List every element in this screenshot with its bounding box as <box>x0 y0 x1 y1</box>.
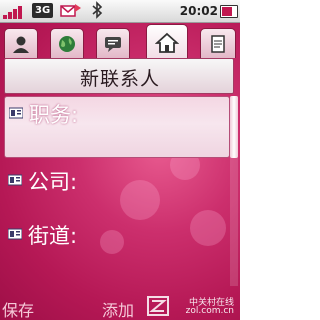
street-input[interactable] <box>104 224 214 250</box>
network-3g-icon: 3G <box>32 3 54 18</box>
scrollbar[interactable] <box>230 96 238 286</box>
contact-card-icon <box>8 174 22 186</box>
field-company[interactable]: 公司: <box>4 164 230 220</box>
bluetooth-icon <box>90 1 104 23</box>
save-softkey[interactable]: 保存 <box>2 297 34 320</box>
page-title: 新联系人 <box>79 68 160 90</box>
tab-bar <box>0 22 240 62</box>
clock-time: 20:02 <box>179 4 218 18</box>
softkey-bar: 保存 添加 中关村在线 zol.com.cn <box>0 294 240 320</box>
chat-icon <box>105 36 121 52</box>
message-icon <box>60 2 82 18</box>
watermark-line2: zol.com.cn <box>185 306 234 316</box>
field-label: 职务: <box>29 103 79 127</box>
status-bar: 3G 20:02 <box>0 0 240 23</box>
company-input[interactable] <box>104 170 214 196</box>
field-label: 公司: <box>28 170 78 194</box>
globe-icon <box>59 35 75 52</box>
tab-home[interactable] <box>146 24 188 60</box>
battery-icon <box>220 5 238 18</box>
field-job-title[interactable]: 职务: <box>4 96 230 158</box>
field-label: 街道: <box>28 224 78 248</box>
signal-icon <box>3 3 27 19</box>
tab-web[interactable] <box>50 28 84 58</box>
tab-notes[interactable] <box>200 28 236 58</box>
field-street[interactable]: 街道: <box>4 218 230 274</box>
home-icon <box>155 32 179 53</box>
add-softkey[interactable]: 添加 <box>102 297 134 320</box>
tab-messages[interactable] <box>96 28 130 58</box>
zol-logo-icon <box>147 296 169 316</box>
contact-card-icon <box>9 107 23 119</box>
scrollbar-thumb[interactable] <box>230 96 238 158</box>
note-icon <box>211 34 225 53</box>
phone-screen: 3G 20:02 新联系人 职务: 公司: 街道: 保存 添加 中关村在线 zo… <box>0 0 240 320</box>
person-icon <box>13 36 29 53</box>
tab-contacts[interactable] <box>4 28 38 58</box>
contact-card-icon <box>8 228 22 240</box>
job-title-input[interactable] <box>105 103 215 129</box>
watermark-logo: 中关村在线 zol.com.cn <box>146 294 236 318</box>
